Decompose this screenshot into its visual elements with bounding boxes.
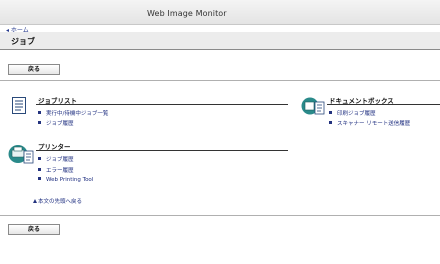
job-list-item-label: ジョブ履歴 <box>46 121 74 127</box>
bullet-icon <box>329 111 332 114</box>
document-box-item-label: 印刷ジョブ履歴 <box>337 111 376 117</box>
printer-item-web-printing-tool[interactable]: Web Printing Tool <box>38 177 93 183</box>
bullet-icon <box>38 157 41 160</box>
document-box-item-print-history[interactable]: 印刷ジョブ履歴 <box>329 109 376 117</box>
back-button-top[interactable]: 戻る <box>8 64 60 75</box>
divider-top <box>0 80 440 81</box>
document-box-item-label: スキャナー リモート送信履歴 <box>337 121 411 127</box>
bullet-icon <box>38 111 41 114</box>
divider-bottom <box>0 215 440 216</box>
job-list-item-label: 実行中/待機中ジョブ一覧 <box>46 111 109 117</box>
bullet-icon <box>38 121 41 124</box>
back-button-bottom[interactable]: 戻る <box>8 224 60 235</box>
printer-item-label: ジョブ履歴 <box>46 157 74 163</box>
back-to-top-link[interactable]: 本文の先頭へ戻る <box>33 197 82 205</box>
page-title: ジョブ <box>11 37 35 46</box>
document-box-underline <box>327 104 440 105</box>
document-box-icon <box>301 97 325 115</box>
printer-icon <box>8 145 34 164</box>
up-triangle-icon <box>33 199 37 203</box>
printer-item-job-history[interactable]: ジョブ履歴 <box>38 155 74 163</box>
top-header: Web Image Monitor <box>0 0 440 25</box>
document-list-icon <box>12 97 26 114</box>
job-list-item-job-history[interactable]: ジョブ履歴 <box>38 119 74 127</box>
page-title-bar: ジョブ <box>0 32 440 50</box>
bullet-icon <box>38 168 41 171</box>
bullet-icon <box>38 177 41 180</box>
printer-item-label: エラー履歴 <box>46 168 74 174</box>
job-list-underline <box>36 104 288 105</box>
back-to-top-label: 本文の先頭へ戻る <box>38 199 83 205</box>
job-list-item-active-jobs[interactable]: 実行中/待機中ジョブ一覧 <box>38 109 108 117</box>
printer-item-label: Web Printing Tool <box>46 177 94 183</box>
printer-underline <box>36 150 288 151</box>
printer-item-error-history[interactable]: エラー履歴 <box>38 166 74 174</box>
document-box-item-scanner-history[interactable]: スキャナー リモート送信履歴 <box>329 119 410 127</box>
bullet-icon <box>329 121 332 124</box>
app-title: Web Image Monitor <box>147 9 227 18</box>
